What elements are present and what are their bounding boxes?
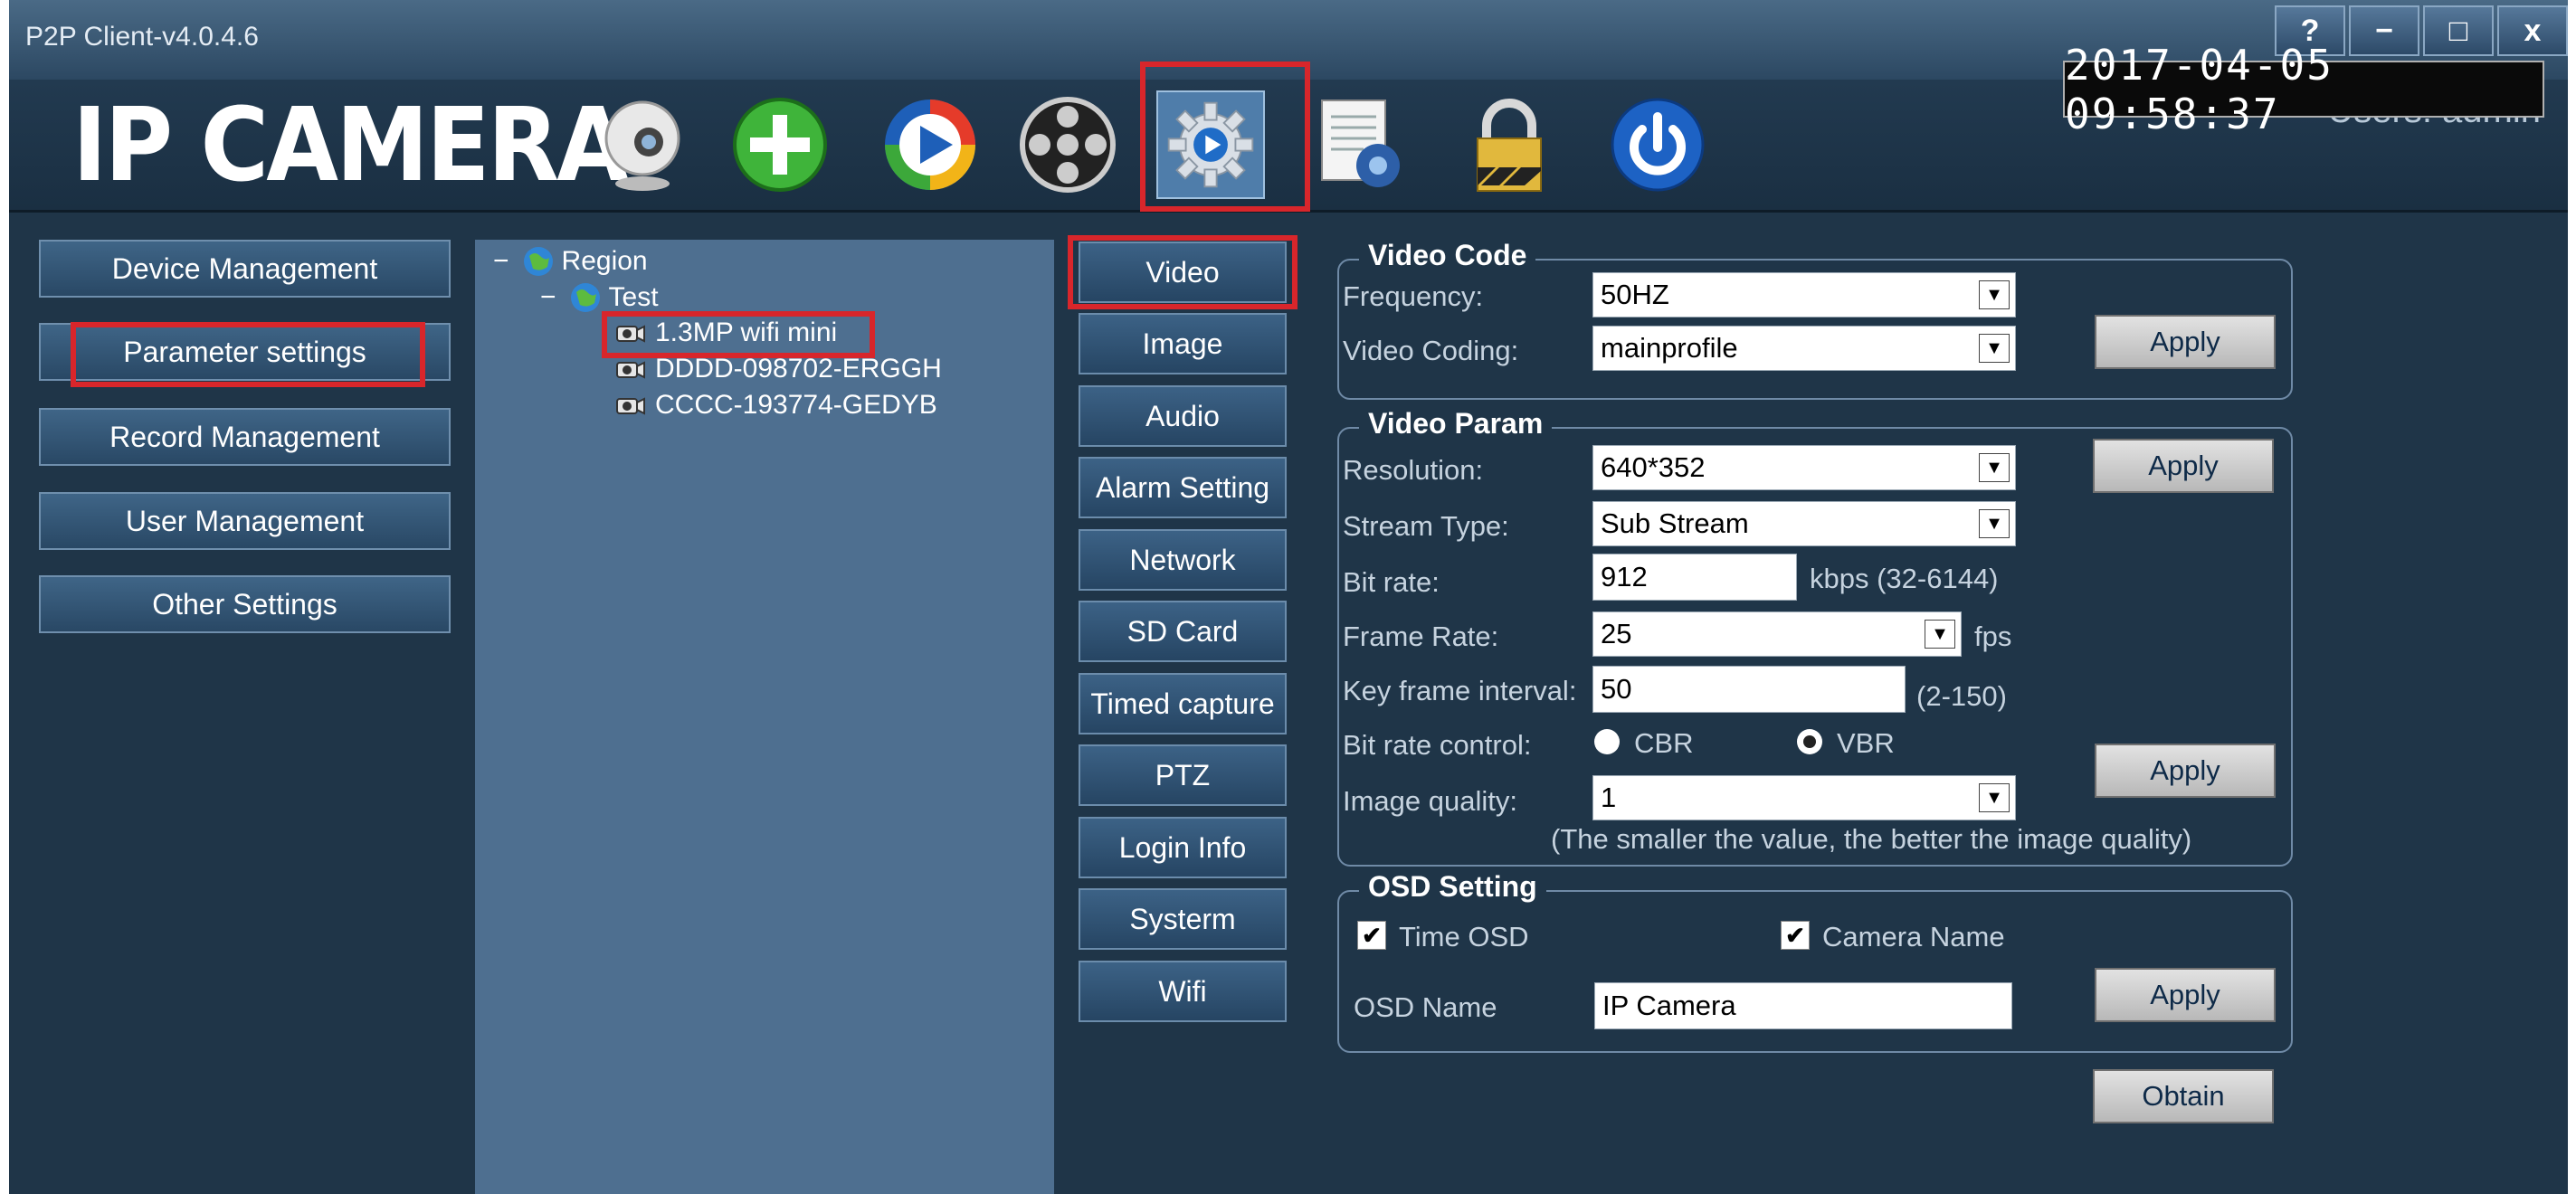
bit-rate-hint: kbps (32-6144) [1810, 563, 1999, 594]
playback-icon[interactable] [876, 90, 984, 199]
dropdown-arrow-icon: ▼ [1979, 280, 2010, 309]
tree-device-1[interactable]: 1.3MP wifi mini [615, 317, 837, 348]
dropdown-arrow-icon: ▼ [1979, 334, 2010, 363]
image-quality-select[interactable]: 1 ▼ [1592, 775, 2016, 820]
vbr-label: VBR [1837, 727, 1895, 759]
osd-setting-title: OSD Setting [1359, 870, 1546, 904]
video-param-title: Video Param [1359, 407, 1553, 441]
time-osd-label: Time OSD [1399, 921, 1529, 952]
frame-rate-select[interactable]: 25 ▼ [1592, 611, 1962, 657]
settings-gear-icon[interactable] [1156, 90, 1265, 199]
tab-network[interactable]: Network [1079, 529, 1287, 591]
lock-icon[interactable] [1455, 90, 1564, 199]
video-param-apply-bottom-button[interactable]: Apply [2095, 744, 2276, 798]
resolution-label: Resolution: [1343, 454, 1484, 486]
frequency-label: Frequency: [1343, 280, 1484, 312]
camera-icon [616, 361, 645, 379]
tree-label-test: Test [608, 282, 659, 312]
cbr-label: CBR [1634, 727, 1694, 759]
globe-icon [523, 247, 553, 276]
resolution-select[interactable]: 640*352 ▼ [1592, 445, 2016, 490]
key-frame-interval-hint: (2-150) [1916, 680, 2007, 712]
video-coding-value: mainprofile [1601, 332, 1738, 364]
device-tree: − Region − Test 1.3MP wifi mini DDDD-098… [475, 240, 1054, 1194]
app-logo: IP CAMERA [72, 87, 629, 204]
tab-alarm-setting[interactable]: Alarm Setting [1079, 457, 1287, 518]
tree-node-test[interactable]: − Test [540, 281, 659, 314]
video-coding-label: Video Coding: [1343, 335, 1519, 366]
tree-label-device-1: 1.3MP wifi mini [655, 317, 838, 347]
frame-rate-value: 25 [1601, 618, 1632, 649]
video-code-title: Video Code [1359, 239, 1536, 272]
tab-video[interactable]: Video [1079, 242, 1287, 303]
camera-icon [616, 325, 645, 343]
dropdown-arrow-icon: ▼ [1925, 620, 1955, 649]
tab-systerm[interactable]: Systerm [1079, 888, 1287, 950]
sidebar-item-user-management[interactable]: User Management [39, 492, 451, 550]
add-icon[interactable] [726, 90, 834, 199]
bit-rate-label: Bit rate: [1343, 566, 1440, 598]
frequency-value: 50HZ [1601, 279, 1669, 310]
dropdown-arrow-icon: ▼ [1979, 509, 2010, 538]
stream-type-label: Stream Type: [1343, 510, 1509, 542]
tree-device-2[interactable]: DDDD-098702-ERGGH [615, 354, 942, 384]
tab-sd-card[interactable]: SD Card [1079, 601, 1287, 662]
sidebar-item-record-management[interactable]: Record Management [39, 408, 451, 466]
camera-name-label: Camera Name [1822, 921, 2005, 952]
webcam-icon[interactable] [588, 90, 697, 199]
collapse-icon[interactable]: − [540, 282, 556, 313]
main-window: P2P Client-v4.0.4.6 ? − □ x IP CAMERA 20… [9, 0, 2568, 1194]
tab-image[interactable]: Image [1079, 313, 1287, 374]
tab-login-info[interactable]: Login Info [1079, 817, 1287, 878]
resolution-value: 640*352 [1601, 451, 1706, 483]
frequency-select[interactable]: 50HZ ▼ [1592, 272, 2016, 317]
sidebar-item-device-management[interactable]: Device Management [39, 240, 451, 298]
video-code-apply-button[interactable]: Apply [2095, 315, 2276, 369]
image-quality-hint: (The smaller the value, the better the i… [1551, 823, 2192, 855]
app: P2P Client-v4.0.4.6 ? − □ x IP CAMERA 20… [0, 0, 2576, 1194]
tree-node-region[interactable]: − Region [493, 245, 648, 278]
video-reel-icon[interactable] [1013, 90, 1122, 199]
frame-rate-label: Frame Rate: [1343, 621, 1499, 652]
tab-audio[interactable]: Audio [1079, 385, 1287, 447]
video-coding-select[interactable]: mainprofile ▼ [1592, 326, 2016, 371]
tree-label-device-3: CCCC-193774-GEDYB [655, 390, 937, 420]
bit-rate-input[interactable]: 912 [1592, 554, 1797, 601]
tree-label-region: Region [561, 246, 648, 276]
stream-type-value: Sub Stream [1601, 507, 1749, 539]
stream-type-select[interactable]: Sub Stream ▼ [1592, 501, 2016, 546]
tree-label-device-2: DDDD-098702-ERGGH [655, 354, 942, 384]
tab-ptz[interactable]: PTZ [1079, 744, 1287, 806]
sidebar-item-other-settings[interactable]: Other Settings [39, 575, 451, 633]
camera-name-checkbox[interactable]: ✔ [1781, 921, 1810, 950]
log-document-icon[interactable] [1305, 90, 1413, 199]
dropdown-arrow-icon: ▼ [1979, 783, 2010, 812]
vbr-radio[interactable] [1797, 729, 1822, 754]
video-param-apply-top-button[interactable]: Apply [2093, 439, 2274, 493]
globe-icon [570, 283, 600, 312]
obtain-button[interactable]: Obtain [2093, 1069, 2274, 1123]
camera-icon [616, 397, 645, 415]
image-quality-value: 1 [1601, 782, 1617, 813]
window-title: P2P Client-v4.0.4.6 [25, 22, 259, 52]
image-quality-label: Image quality: [1343, 785, 1517, 817]
time-osd-checkbox[interactable]: ✔ [1357, 921, 1386, 950]
osd-apply-button[interactable]: Apply [2095, 968, 2276, 1022]
datetime-display: 2017-04-05 09:58:37 [2063, 41, 2544, 138]
dropdown-arrow-icon: ▼ [1979, 453, 2010, 482]
key-frame-interval-label: Key frame interval: [1343, 675, 1577, 706]
osd-name-label: OSD Name [1354, 991, 1497, 1023]
frame-rate-unit: fps [1974, 621, 2012, 652]
tab-timed-capture[interactable]: Timed capture [1079, 673, 1287, 734]
key-frame-interval-input[interactable]: 50 [1592, 666, 1906, 713]
tree-device-3[interactable]: CCCC-193774-GEDYB [615, 390, 937, 421]
osd-name-input[interactable]: IP Camera [1594, 982, 2012, 1029]
collapse-icon[interactable]: − [493, 246, 509, 277]
power-icon[interactable] [1603, 90, 1712, 199]
cbr-radio[interactable] [1594, 729, 1620, 754]
sidebar-item-parameter-settings[interactable]: Parameter settings [39, 323, 451, 381]
tab-wifi[interactable]: Wifi [1079, 961, 1287, 1022]
bit-rate-control-label: Bit rate control: [1343, 729, 1532, 761]
